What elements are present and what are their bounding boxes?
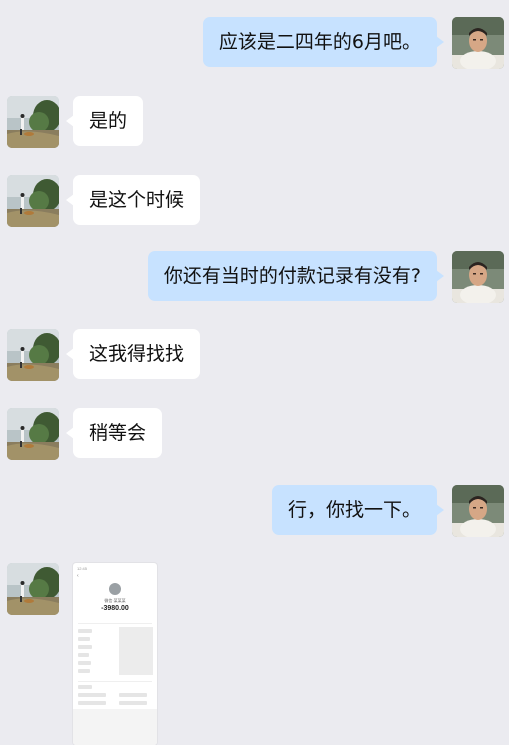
contact-avatar[interactable] bbox=[7, 96, 59, 148]
self-avatar-photo bbox=[452, 251, 504, 303]
contact-avatar-photo bbox=[7, 408, 59, 460]
message-text: 是的 bbox=[89, 110, 128, 132]
self-avatar[interactable] bbox=[452, 17, 504, 69]
blurred-area bbox=[119, 627, 153, 675]
option-row bbox=[78, 693, 106, 697]
message-bubble-incoming[interactable]: 稍等会 bbox=[65, 408, 163, 458]
message-bubble-outgoing[interactable]: 你还有当时的付款记录有没有? bbox=[147, 251, 445, 301]
contact-avatar-photo bbox=[7, 563, 59, 615]
message-text: 应该是二四年的6月吧。 bbox=[218, 31, 421, 53]
message-bubble-outgoing[interactable]: 应该是二四年的6月吧。 bbox=[202, 17, 445, 67]
contact-avatar[interactable] bbox=[7, 175, 59, 227]
contact-avatar[interactable] bbox=[7, 563, 59, 615]
detail-row bbox=[78, 661, 91, 665]
message-bubble-incoming[interactable]: 是的 bbox=[65, 96, 144, 146]
detail-row bbox=[78, 637, 90, 641]
screenshot-image-message[interactable]: 12:45 ‹ 微信·某某某 -3980.00 bbox=[73, 563, 157, 745]
option-row bbox=[119, 701, 147, 705]
screenshot-amount: -3980.00 bbox=[101, 605, 129, 612]
detail-row bbox=[78, 629, 92, 633]
message-bubble-incoming[interactable]: 是这个时候 bbox=[65, 175, 201, 225]
contact-avatar-photo bbox=[7, 175, 59, 227]
message-bubble-incoming[interactable]: 这我得找找 bbox=[65, 329, 201, 379]
option-row bbox=[78, 701, 106, 705]
screenshot-merchant: 微信·某某某 bbox=[104, 598, 126, 603]
message-text: 这我得找找 bbox=[89, 343, 185, 365]
message-text: 行，你找一下。 bbox=[287, 499, 421, 521]
detail-row bbox=[78, 669, 90, 673]
merchant-avatar bbox=[109, 583, 121, 595]
option-row bbox=[119, 693, 147, 697]
contact-avatar-photo bbox=[7, 329, 59, 381]
screenshot-footer bbox=[73, 709, 157, 745]
detail-row bbox=[78, 653, 89, 657]
contact-avatar-photo bbox=[7, 96, 59, 148]
divider bbox=[78, 681, 152, 682]
divider bbox=[78, 623, 152, 624]
self-avatar-photo bbox=[452, 17, 504, 69]
self-avatar[interactable] bbox=[452, 485, 504, 537]
screenshot-status-time: 12:45 bbox=[77, 566, 88, 571]
message-text: 是这个时候 bbox=[89, 189, 185, 211]
back-icon: ‹ bbox=[77, 573, 79, 579]
message-bubble-outgoing[interactable]: 行，你找一下。 bbox=[271, 485, 445, 535]
contact-avatar[interactable] bbox=[7, 408, 59, 460]
self-avatar-photo bbox=[452, 485, 504, 537]
self-avatar[interactable] bbox=[452, 251, 504, 303]
message-text: 稍等会 bbox=[89, 422, 147, 444]
contact-avatar[interactable] bbox=[7, 329, 59, 381]
detail-row bbox=[78, 645, 92, 649]
message-text: 你还有当时的付款记录有没有? bbox=[163, 265, 421, 287]
section-title bbox=[78, 685, 92, 689]
